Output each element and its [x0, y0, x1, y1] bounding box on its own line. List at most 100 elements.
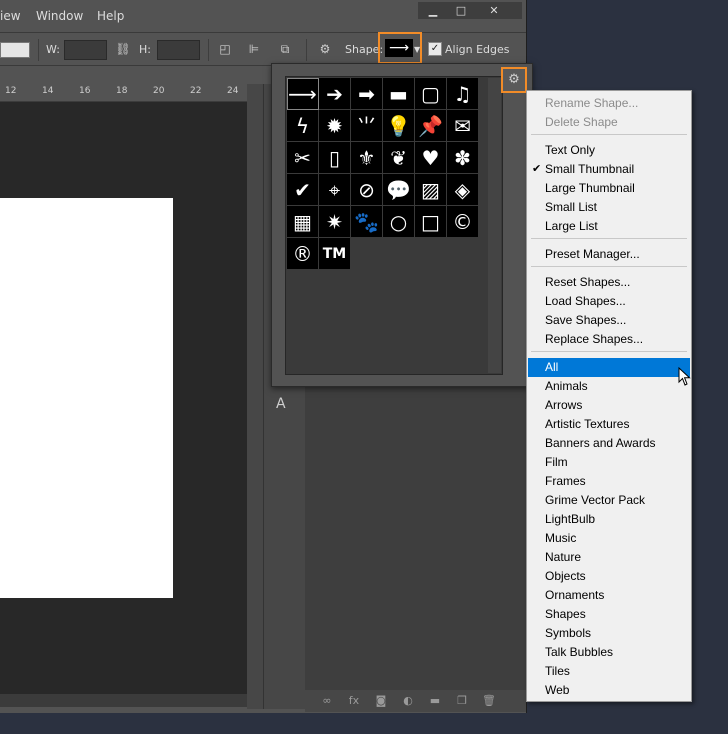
shape-square-frame-icon[interactable]: □ [415, 206, 447, 238]
shape-arrow-thin-icon[interactable]: ⟶ [287, 78, 319, 110]
menu-item-ornaments[interactable]: Ornaments [528, 586, 690, 605]
shape-list-scrollbar[interactable] [488, 78, 501, 373]
fx-icon[interactable]: fx [346, 694, 362, 708]
menu-item-objects[interactable]: Objects [528, 567, 690, 586]
menu-item-reset-shapes[interactable]: Reset Shapes... [528, 273, 690, 292]
shape-scissors-icon[interactable]: ✂ [287, 142, 319, 174]
menu-item-large-thumbnail[interactable]: Large Thumbnail [528, 179, 690, 198]
shape-trademark-icon[interactable]: TM [319, 238, 351, 270]
shape-envelope-icon[interactable]: ✉ [447, 110, 479, 142]
align-edges-checkbox[interactable]: ✓ [428, 42, 442, 56]
shape-registered-icon[interactable]: ® [287, 238, 319, 270]
link-icon[interactable]: ⛓ [114, 40, 132, 58]
vertical-scrollbar[interactable] [247, 84, 263, 709]
menu-window[interactable]: Window [36, 9, 83, 23]
menu-item-label: Small List [545, 200, 598, 214]
shape-grass-icon[interactable]: ⺌ [351, 110, 383, 142]
shape-burst-icon[interactable]: ✷ [319, 206, 351, 238]
shape-diagonal-texture-icon[interactable]: ▨ [415, 174, 447, 206]
menu-item-web[interactable]: Web [528, 681, 690, 700]
width-input[interactable] [64, 40, 107, 60]
menu-view[interactable]: iew [0, 9, 21, 23]
menu-item-artistic-textures[interactable]: Artistic Textures [528, 415, 690, 434]
menu-item-replace-shapes[interactable]: Replace Shapes... [528, 330, 690, 349]
menu-item-shapes[interactable]: Shapes [528, 605, 690, 624]
minimize-icon[interactable]: ▁ [418, 2, 448, 19]
shape-starburst-icon[interactable]: ✹ [319, 110, 351, 142]
path-operations-icon[interactable]: ◰ [216, 40, 234, 58]
shape-fleur-de-lis-icon[interactable]: ⚜ [351, 142, 383, 174]
menu-item-nature[interactable]: Nature [528, 548, 690, 567]
shape-puzzle-ornament-icon[interactable]: ❦ [383, 142, 415, 174]
horizontal-scrollbar[interactable] [0, 694, 247, 707]
shape-grid-icon[interactable]: ▦ [287, 206, 319, 238]
height-input[interactable] [157, 40, 200, 60]
shape-arrow-medium-icon[interactable]: ➔ [319, 78, 351, 110]
menu-item-symbols[interactable]: Symbols [528, 624, 690, 643]
shape-frame-rough-icon[interactable]: ▢ [415, 78, 447, 110]
menu-item-lightbulb[interactable]: LightBulb [528, 510, 690, 529]
shape-banner-icon[interactable]: ▬ [383, 78, 415, 110]
menu-item-small-list[interactable]: Small List [528, 198, 690, 217]
menu-item-label: Reset Shapes... [545, 275, 631, 289]
shape-paw-print-icon[interactable]: 🐾 [351, 206, 383, 238]
shape-copyright-icon[interactable]: © [447, 206, 479, 238]
shape-heart-icon[interactable]: ♥ [415, 142, 447, 174]
shape-grid: ⟶ ➔ ➡ ▬ ▢ ♫ ϟ ✹ ⺌ 💡 📌 ✉ ✂ ▯ ⚜ ❦ ♥ ✽ ✔ ⌖ ⊘ 💬 ▨ ◈ ▦ ✷ 🐾 ○ □ © ® TM [287, 78, 479, 270]
document-canvas[interactable] [0, 198, 173, 598]
menu-item-music[interactable]: Music [528, 529, 690, 548]
shape-target-icon[interactable]: ⌖ [319, 174, 351, 206]
menu-item-small-thumbnail[interactable]: ✔ Small Thumbnail [528, 160, 690, 179]
menu-item-banners-and-awards[interactable]: Banners and Awards [528, 434, 690, 453]
geometry-options-gear-icon[interactable]: ⚙ [316, 40, 334, 58]
menu-item-label: Symbols [545, 626, 592, 640]
menu-item-all[interactable]: All [528, 358, 690, 377]
shape-music-note-icon[interactable]: ♫ [447, 78, 479, 110]
shape-picker-button[interactable]: ⟶ ▼ [378, 32, 422, 64]
shape-thumbtack-icon[interactable]: 📌 [415, 110, 447, 142]
shape-diamond-tiles-icon[interactable]: ◈ [447, 174, 479, 206]
shape-arrow-bold-icon[interactable]: ➡ [351, 78, 383, 110]
adjustment-layer-icon[interactable]: ◐ [400, 694, 416, 708]
menu-item-text-only[interactable]: Text Only [528, 141, 690, 160]
menu-item-preset-manager[interactable]: Preset Manager... [528, 245, 690, 264]
canvas-area[interactable] [0, 102, 247, 694]
menu-item-animals[interactable]: Animals [528, 377, 690, 396]
shape-blob-icon[interactable]: ✽ [447, 142, 479, 174]
stroke-type-dropdown[interactable] [0, 42, 30, 58]
new-layer-icon[interactable]: ❐ [454, 694, 470, 708]
gear-icon[interactable]: ⚙ [501, 67, 527, 93]
link-layers-icon[interactable]: ∞ [319, 694, 335, 708]
menu-help[interactable]: Help [97, 9, 124, 23]
shape-light-bulb-icon[interactable]: 💡 [383, 110, 415, 142]
new-group-icon[interactable]: ▬ [427, 694, 443, 708]
shape-circle-frame-icon[interactable]: ○ [383, 206, 415, 238]
menu-item-label: Ornaments [545, 588, 605, 602]
character-panel-icon[interactable]: A [276, 396, 286, 412]
menu-item-arrows[interactable]: Arrows [528, 396, 690, 415]
menu-item-film[interactable]: Film [528, 453, 690, 472]
menu-item-grime-vector-pack[interactable]: Grime Vector Pack [528, 491, 690, 510]
shape-checkmark-icon[interactable]: ✔ [287, 174, 319, 206]
menu-item-load-shapes[interactable]: Load Shapes... [528, 292, 690, 311]
current-shape-arrow-icon: ⟶ [385, 39, 413, 57]
shape-stamp-frame-icon[interactable]: ▯ [319, 142, 351, 174]
menu-item-tiles[interactable]: Tiles [528, 662, 690, 681]
delete-layer-icon[interactable]: 🗑 [481, 694, 497, 708]
shape-lightning-icon[interactable]: ϟ [287, 110, 319, 142]
path-arrangement-icon[interactable]: ⧉ [276, 40, 294, 58]
menu-item-save-shapes[interactable]: Save Shapes... [528, 311, 690, 330]
path-alignment-icon[interactable]: ⊫ [245, 40, 263, 58]
shape-no-sign-icon[interactable]: ⊘ [351, 174, 383, 206]
menu-item-delete-shape: Delete Shape [528, 113, 690, 132]
menu-item-label: All [545, 360, 559, 374]
horizontal-ruler: 12 14 16 18 20 22 24 [0, 84, 247, 102]
menu-item-talk-bubbles[interactable]: Talk Bubbles [528, 643, 690, 662]
ruler-tick-label: 14 [42, 86, 54, 96]
menu-item-large-list[interactable]: Large List [528, 217, 690, 236]
menu-item-label: Arrows [545, 398, 583, 412]
shape-speech-bubble-icon[interactable]: 💬 [383, 174, 415, 206]
add-mask-icon[interactable]: ◙ [373, 694, 389, 708]
menu-item-frames[interactable]: Frames [528, 472, 690, 491]
close-icon[interactable]: ✕ [466, 2, 522, 19]
